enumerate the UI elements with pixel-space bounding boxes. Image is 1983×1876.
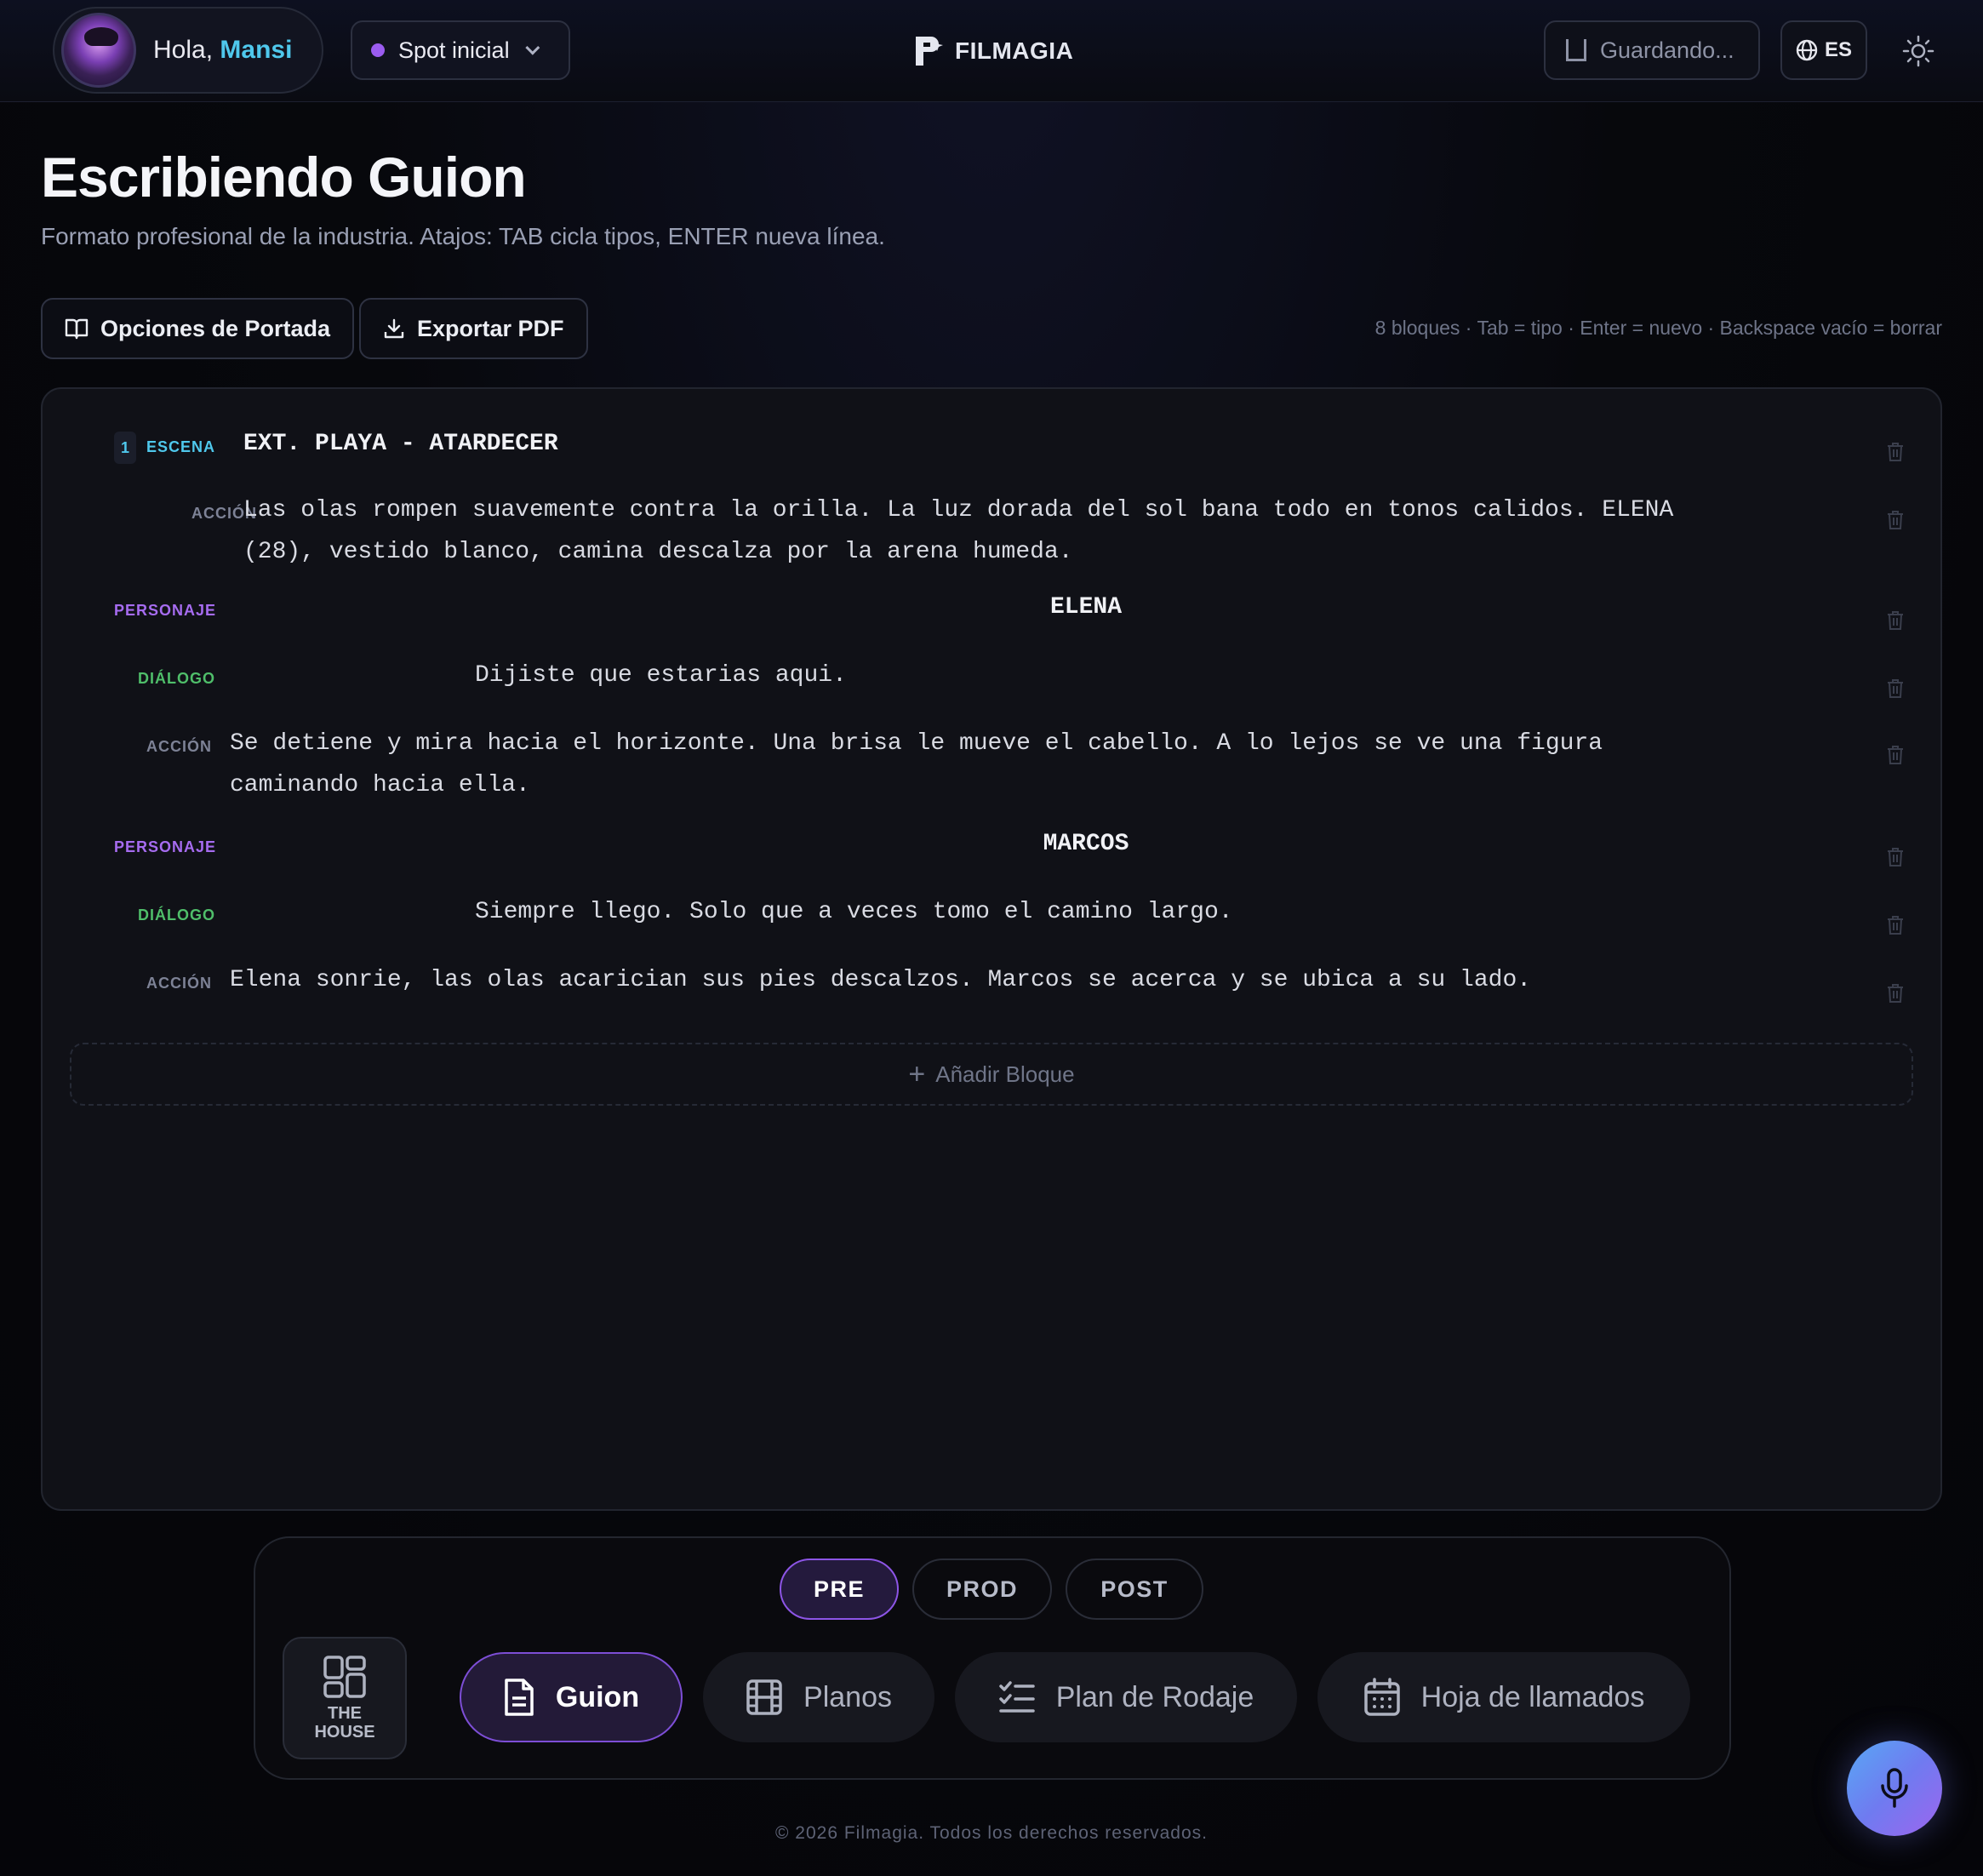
user-name: Mansi [220, 36, 293, 64]
script-line: EXT. PLAYA - ATARDECER [243, 431, 558, 457]
action-block[interactable]: Las olas rompen suavemente contra la ori… [243, 489, 1673, 573]
user-menu[interactable]: Hola, Mansi [53, 7, 323, 94]
phase-tab-post[interactable]: POST [1066, 1559, 1203, 1620]
tab-planos[interactable]: Planos [703, 1652, 934, 1742]
trash-icon[interactable] [1886, 678, 1905, 699]
export-pdf-button[interactable]: Exportar PDF [359, 298, 588, 359]
page-subtitle: Formato profesional de la industria. Ata… [41, 223, 885, 249]
script-line: caminando hacia ella. [230, 772, 530, 798]
script-line: Las olas rompen suavemente contra la ori… [243, 497, 1674, 523]
export-pdf-label: Exportar PDF [417, 315, 564, 341]
language-code: ES [1824, 38, 1852, 61]
trash-icon[interactable] [1886, 510, 1905, 530]
character-block[interactable]: MARCOS [243, 823, 1929, 865]
the-house-label-line: HOUSE [314, 1723, 375, 1742]
greeting-text: Hola, [153, 36, 214, 64]
trash-icon[interactable] [1886, 915, 1905, 935]
block-type-label[interactable]: ESCENA [146, 438, 215, 456]
greeting: Hola, Mansi [153, 36, 292, 65]
project-dot-icon [371, 43, 385, 57]
tab-label: Hoja de llamados [1420, 1680, 1645, 1713]
save-status-button[interactable]: Guardando... [1544, 20, 1760, 80]
trash-icon[interactable] [1886, 610, 1905, 631]
save-status-text: Guardando... [1600, 37, 1734, 63]
script-line: (28), vestido blanco, camina descalza po… [243, 539, 1073, 565]
sun-icon[interactable] [1901, 34, 1935, 68]
top-header: Hola, Mansi Spot inicial FILMAGIA Guarda… [0, 0, 1983, 102]
dialogue-block[interactable]: Dijiste que estarias aqui. [475, 655, 847, 696]
script-line: MARCOS [1043, 831, 1129, 857]
film-icon [746, 1679, 782, 1715]
add-block-label: Añadir Bloque [935, 1061, 1075, 1087]
chevron-down-icon [524, 40, 540, 55]
plus-icon: + [908, 1057, 926, 1090]
filmagia-logo-icon [916, 37, 943, 66]
page-title: Escribiendo Guion [41, 146, 527, 209]
avatar [61, 13, 136, 88]
action-block[interactable]: Se detiene y mira hacia el horizonte. Un… [230, 723, 1603, 806]
cover-options-button[interactable]: Opciones de Portada [41, 298, 355, 359]
script-line: Dijiste que estarias aqui. [475, 662, 847, 689]
the-house-button[interactable]: THE HOUSE [283, 1637, 407, 1759]
list-checks-icon [998, 1681, 1035, 1713]
shortcut-hint: 8 bloques · Tab = tipo · Enter = nuevo ·… [1374, 317, 1942, 339]
the-house-label-line: THE [328, 1704, 362, 1723]
script-line: Siempre llego. Solo que a veces tomo el … [475, 899, 1233, 925]
the-house-label: THE HOUSE [314, 1704, 374, 1742]
add-block-button[interactable]: + Añadir Bloque [70, 1043, 1913, 1106]
project-name: Spot inicial [398, 37, 510, 63]
book-open-icon [65, 318, 89, 340]
bottom-navigation: PRE PROD POST THE HOUSE Guion Planos Pla… [254, 1536, 1731, 1780]
trash-icon[interactable] [1886, 442, 1905, 462]
voice-input-button[interactable] [1847, 1741, 1942, 1836]
brand-logo[interactable]: FILMAGIA [914, 34, 1073, 68]
block-type-label[interactable]: PERSONAJE [114, 602, 216, 620]
tab-plan-de-rodaje[interactable]: Plan de Rodaje [955, 1652, 1297, 1742]
grid-icon [323, 1656, 366, 1698]
character-block[interactable]: ELENA [243, 586, 1929, 628]
brand-name: FILMAGIA [955, 37, 1074, 64]
footer-copyright: © 2026 Filmagia. Todos los derechos rese… [775, 1823, 1208, 1843]
script-editor: 1 ESCENA EXT. PLAYA - ATARDECER ACCIÓN L… [41, 387, 1942, 1511]
trash-icon[interactable] [1886, 983, 1905, 1004]
block-type-label[interactable]: PERSONAJE [114, 838, 216, 856]
globe-icon [1796, 39, 1818, 61]
cover-options-label: Opciones de Portada [100, 315, 331, 341]
tab-label: Plan de Rodaje [1055, 1680, 1254, 1713]
bookmark-icon [1566, 39, 1586, 61]
scene-heading[interactable]: EXT. PLAYA - ATARDECER [243, 423, 558, 465]
action-block[interactable]: Elena sonrie, las olas acarician sus pie… [230, 959, 1531, 1001]
language-button[interactable]: ES [1780, 20, 1867, 80]
dialogue-block[interactable]: Siempre llego. Solo que a veces tomo el … [475, 891, 1233, 933]
block-type-label[interactable]: ACCIÓN [146, 738, 212, 756]
block-type-label[interactable]: ACCIÓN [146, 505, 257, 523]
tab-guion[interactable]: Guion [460, 1652, 683, 1742]
file-text-icon [505, 1679, 534, 1716]
phase-tab-pre[interactable]: PRE [780, 1559, 899, 1620]
trash-icon[interactable] [1886, 745, 1905, 765]
block-type-label[interactable]: DIÁLOGO [138, 907, 215, 924]
mic-icon [1881, 1768, 1908, 1808]
trash-icon[interactable] [1886, 847, 1905, 867]
script-line: Elena sonrie, las olas acarician sus pie… [230, 967, 1532, 993]
tab-label: Guion [555, 1680, 640, 1713]
download-icon [384, 318, 404, 339]
block-type-label[interactable]: ACCIÓN [146, 975, 212, 992]
project-selector[interactable]: Spot inicial [351, 20, 570, 80]
scene-number: 1 [114, 432, 136, 464]
calendar-icon [1363, 1678, 1400, 1716]
script-line: Se detiene y mira hacia el horizonte. Un… [230, 730, 1603, 757]
tab-label: Planos [803, 1680, 892, 1713]
block-type-label[interactable]: DIÁLOGO [138, 670, 215, 688]
tab-hoja-de-llamados[interactable]: Hoja de llamados [1317, 1652, 1690, 1742]
script-line: ELENA [1049, 594, 1122, 621]
phase-tab-prod[interactable]: PROD [912, 1559, 1052, 1620]
